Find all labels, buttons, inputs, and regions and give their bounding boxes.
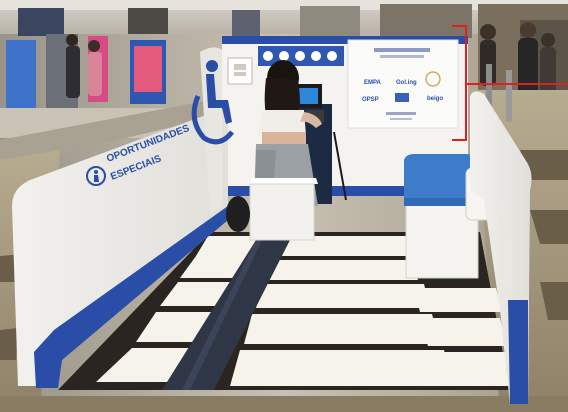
small-logo-icon bbox=[395, 93, 409, 102]
photo-frame: EMPA Gol.ing OPSP beigo OPORTUNIDADES ES… bbox=[0, 0, 568, 412]
logo-empa: EMPA bbox=[364, 80, 382, 86]
white-seat-cube bbox=[249, 178, 318, 241]
logo-opsp: OPSP bbox=[362, 97, 379, 103]
bag bbox=[226, 196, 250, 232]
logo-beigo: beigo bbox=[427, 96, 443, 102]
airport-accessibility-booth-photo: EMPA Gol.ing OPSP beigo OPORTUNIDADES ES… bbox=[0, 0, 568, 412]
logo-goling: Gol.ing bbox=[396, 80, 417, 86]
